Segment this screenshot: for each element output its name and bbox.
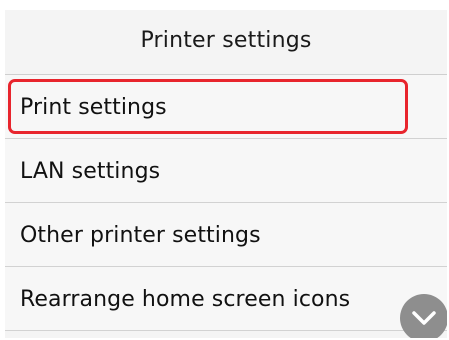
scroll-down-button[interactable] (400, 294, 447, 338)
settings-menu: Print settings LAN settings Other printe… (5, 75, 447, 331)
menu-item-label: LAN settings (20, 158, 161, 184)
chevron-down-icon (412, 311, 436, 325)
menu-item-label: Rearrange home screen icons (20, 286, 351, 312)
menu-item-rearrange-home-screen-icons[interactable]: Rearrange home screen icons (5, 267, 447, 331)
menu-item-label: Other printer settings (20, 222, 261, 248)
menu-item-other-printer-settings[interactable]: Other printer settings (5, 203, 447, 267)
page-title: Printer settings (140, 27, 312, 53)
screen-header: Printer settings (5, 10, 447, 75)
menu-item-lan-settings[interactable]: LAN settings (5, 139, 447, 203)
printer-settings-screen: Printer settings Print settings LAN sett… (5, 10, 447, 338)
menu-item-label: Print settings (20, 94, 167, 120)
menu-item-print-settings[interactable]: Print settings (5, 75, 447, 139)
